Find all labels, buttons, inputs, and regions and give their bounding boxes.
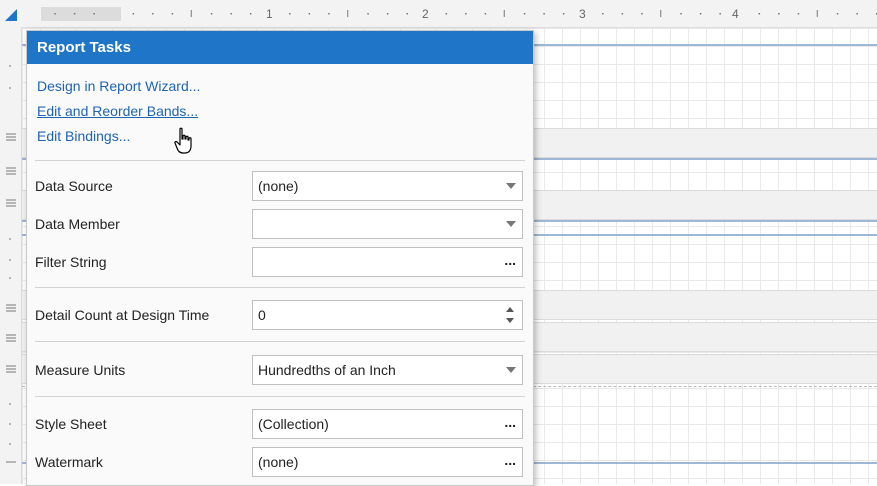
measure-units-row: Measure Units Hundredths of an Inch [35,355,525,385]
ruler-dot [210,13,213,15]
horizontal-ruler: 1 2 3 4 [0,0,877,28]
ruler-dot [778,13,780,15]
ellipsis-button[interactable]: ... [504,410,516,434]
watermark-field[interactable]: (none) ... [252,447,523,477]
ruler-dot [249,13,252,15]
measure-units-label: Measure Units [35,362,126,378]
vertical-ruler [0,27,22,484]
data-member-row: Data Member [35,209,525,239]
ruler-dot [797,13,800,15]
divider [35,341,525,342]
ruler-dot [386,13,389,15]
ellipsis-button[interactable]: ... [504,248,516,272]
ruler-dot [132,13,135,15]
ruler-mark-1: 1 [266,7,273,21]
ruler-dot [699,13,702,15]
data-member-label: Data Member [35,216,120,232]
ruler-dot [562,13,565,15]
ruler-dots [54,10,877,17]
ruler-mark-4: 4 [732,7,739,21]
data-source-label: Data Source [35,178,113,194]
data-source-dropdown[interactable]: (none) [252,171,523,201]
detail-count-label: Detail Count at Design Time [35,307,210,323]
watermark-value: (none) [258,454,299,470]
style-sheet-label: Style Sheet [35,416,107,432]
ellipsis-button[interactable]: ... [504,448,516,472]
edit-and-reorder-bands-link[interactable]: Edit and Reorder Bands... [37,99,533,124]
detail-count-row: Detail Count at Design Time 0 [35,300,525,330]
ruler-corner[interactable] [0,0,27,27]
ruler-ticks: 1 2 3 4 [41,0,877,27]
task-links: Design in Report Wizard... Edit and Reor… [27,64,533,149]
ruler-dot [465,13,467,15]
ruler-dot [308,13,311,15]
ruler-dot [758,13,761,15]
ruler-dot [719,13,721,15]
ruler-dot [484,13,487,15]
chevron-down-icon[interactable] [506,221,516,227]
spin-down-icon[interactable] [506,318,514,323]
filter-string-label: Filter String [35,254,107,270]
ruler-dot [523,13,526,15]
design-in-report-wizard-link[interactable]: Design in Report Wizard... [37,74,533,99]
ruler-dot [406,13,408,15]
ruler-dot [73,13,76,15]
ruler-dot [54,13,56,15]
ruler-dot [856,13,858,15]
measure-units-value: Hundredths of an Inch [258,362,396,378]
style-sheet-row: Style Sheet (Collection) ... [35,409,525,439]
ruler-dot [289,13,291,15]
style-sheet-value: (Collection) [258,416,329,432]
data-member-dropdown[interactable] [252,209,523,239]
ruler-dot [680,13,682,15]
report-tasks-panel: Report Tasks Design in Report Wizard... … [26,30,534,486]
measure-units-dropdown[interactable]: Hundredths of an Inch [252,355,523,385]
ruler-dot [543,13,545,15]
ruler-dot [367,13,369,15]
ruler-dot [641,13,643,15]
ruler-dot [152,13,154,15]
ruler-dot [836,13,839,15]
filter-string-field[interactable]: ... [252,247,523,277]
ruler-dot [230,13,232,15]
data-source-value: (none) [258,178,299,194]
edit-bindings-link[interactable]: Edit Bindings... [37,124,533,149]
ruler-dot [328,13,330,15]
ruler-dot [621,13,624,15]
divider [35,160,525,161]
ruler-dot [602,13,604,15]
divider [35,287,525,288]
ruler-dot [171,13,174,15]
detail-count-value: 0 [258,307,266,323]
ruler-dot [93,13,95,15]
detail-count-spinner[interactable]: 0 [252,300,523,330]
ruler-mark-2: 2 [422,7,429,21]
ruler-mark-3: 3 [579,7,586,21]
style-sheet-field[interactable]: (Collection) ... [252,409,523,439]
chevron-down-icon[interactable] [506,183,516,189]
corner-triangle-icon [5,9,17,21]
spin-up-icon[interactable] [506,307,514,312]
filter-string-row: Filter String ... [35,247,525,277]
divider [35,396,525,397]
panel-title: Report Tasks [27,31,533,64]
watermark-label: Watermark [35,454,103,470]
watermark-row: Watermark (none) ... [35,447,525,477]
data-source-row: Data Source (none) [35,171,525,201]
chevron-down-icon[interactable] [506,367,516,373]
hand-pointer-cursor-icon [173,127,197,158]
ruler-dot [445,13,448,15]
